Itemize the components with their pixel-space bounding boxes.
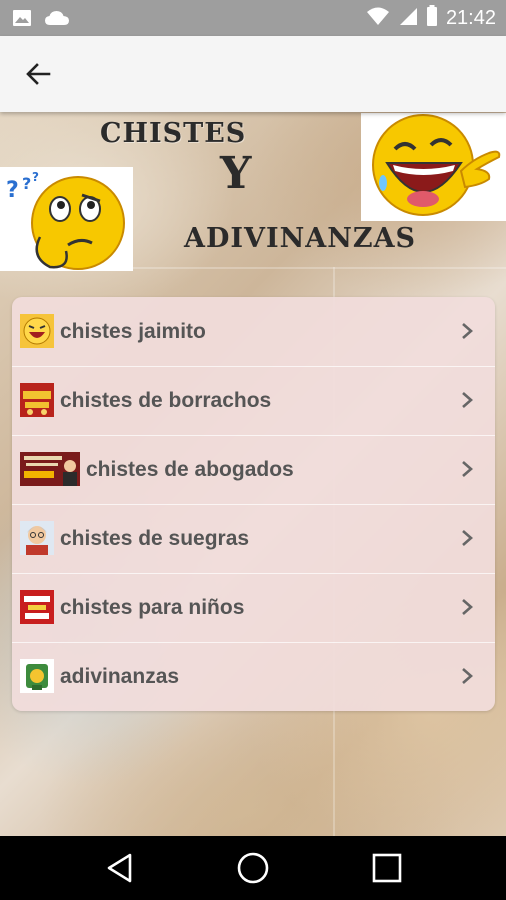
clock: 21:42 xyxy=(445,7,496,29)
battery-icon xyxy=(426,5,438,32)
list-item-label: chistes de abogados xyxy=(86,458,294,481)
back-triangle-icon xyxy=(107,853,132,883)
main-content: CHISTES Y ADIVINANZAS ? ? ? chistes jaim… xyxy=(0,112,506,836)
list-item-label: chistes jaimito xyxy=(60,320,206,343)
banner-title-chistes: CHISTES xyxy=(100,118,247,149)
list-item-chistes-de-abogados[interactable]: chistes de abogados xyxy=(12,435,495,504)
svg-text:?: ? xyxy=(32,170,39,184)
thinking-emoji-image: ? ? ? xyxy=(0,167,133,271)
signal-icon xyxy=(398,6,418,31)
notification-icons xyxy=(12,8,70,33)
nav-recents-button[interactable] xyxy=(367,848,407,888)
nav-back-button[interactable] xyxy=(100,848,140,888)
mother-in-law-thumbnail xyxy=(20,521,54,555)
chevron-right-icon xyxy=(462,392,473,408)
system-navigation-bar xyxy=(0,836,506,900)
menu-list: chistes jaimito chistes de borrachos chi… xyxy=(12,297,495,711)
chevron-right-icon xyxy=(462,461,473,477)
list-item-chistes-para-ninos[interactable]: chistes para niños xyxy=(12,573,495,642)
list-item-label: adivinanzas xyxy=(60,665,180,688)
back-button[interactable] xyxy=(18,56,58,92)
list-item-adivinanzas[interactable]: adivinanzas xyxy=(12,642,495,711)
app-bar xyxy=(0,36,506,112)
recents-square-icon xyxy=(372,853,402,883)
status-bar: 21:42 xyxy=(0,0,506,36)
list-item-chistes-de-suegras[interactable]: chistes de suegras xyxy=(12,504,495,573)
home-circle-icon xyxy=(237,852,269,884)
nav-home-button[interactable] xyxy=(233,848,273,888)
list-item-chistes-de-borrachos[interactable]: chistes de borrachos xyxy=(12,366,495,435)
banner-title-adivinanzas: ADIVINANZAS xyxy=(184,223,417,254)
cloud-icon xyxy=(44,8,70,33)
laughing-emoji-image xyxy=(361,113,506,221)
list-item-label: chistes de borrachos xyxy=(60,389,272,412)
banner-title-y: Y xyxy=(220,148,252,199)
chevron-right-icon xyxy=(462,599,473,615)
arrow-left-icon xyxy=(26,63,51,85)
wifi-icon xyxy=(366,6,390,31)
system-icons: 21:42 xyxy=(366,5,496,32)
list-item-label: chistes de suegras xyxy=(60,527,250,550)
laughing-face-thumbnail xyxy=(20,314,54,348)
kids-jokes-thumbnail xyxy=(20,590,54,624)
image-icon xyxy=(12,8,32,33)
chevron-right-icon xyxy=(462,668,473,684)
list-item-label: chistes para niños xyxy=(60,596,245,619)
lawyer-jokes-thumbnail xyxy=(20,452,80,486)
svg-text:?: ? xyxy=(22,174,31,193)
svg-text:?: ? xyxy=(6,178,19,203)
chevron-right-icon xyxy=(462,530,473,546)
chevron-right-icon xyxy=(462,323,473,339)
list-item-chistes-jaimito[interactable]: chistes jaimito xyxy=(12,297,495,366)
riddles-thumbnail xyxy=(20,659,54,693)
drunk-jokes-thumbnail xyxy=(20,383,54,417)
